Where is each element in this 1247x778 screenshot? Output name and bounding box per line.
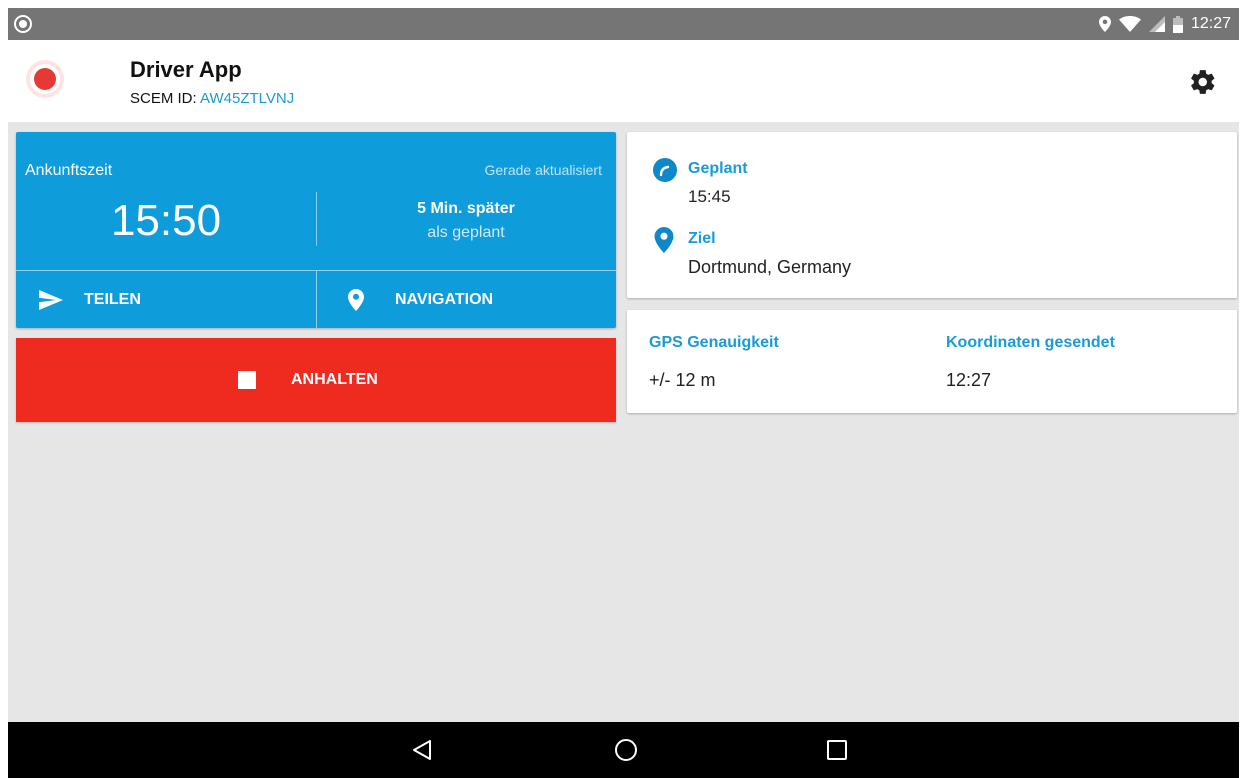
app-bar: Driver App SCEM ID: AW45ZTLVNJ [8,40,1239,122]
arrival-time-value: 15:50 [110,196,222,245]
location-pin-icon [654,227,674,253]
gear-icon[interactable] [1189,68,1217,96]
app-id-line: SCEM ID: AW45ZTLVNJ [130,90,294,107]
navigation-label: NAVIGATION [395,290,494,308]
back-icon[interactable] [410,738,434,762]
delay-subtext: als geplant [427,224,505,241]
send-icon [38,287,64,313]
id-label: SCEM ID: [130,90,197,107]
stop-icon [238,371,256,389]
wifi-icon [1118,16,1141,32]
content-area: Ankunftszeit Gerade aktualisiert 15:50 5… [8,122,1239,722]
location-icon [1098,16,1111,32]
app-title: Driver App [130,57,242,82]
battery-icon [1172,15,1183,33]
id-value: AW45ZTLVNJ [200,90,295,107]
status-time: 12:27 [1190,15,1231,32]
stop-button[interactable]: ANHALTEN [16,338,616,422]
arrival-time-label: Ankunftszeit [25,162,113,179]
arrival-time-card: Ankunftszeit Gerade aktualisiert 15:50 5… [16,132,616,328]
signal-icon [1148,16,1165,32]
status-icons: 12:27 [1098,8,1231,40]
gps-card: GPS Genauigkeit +/- 12 m Koordinaten ges… [627,310,1237,413]
location-pin-icon [343,287,369,313]
recents-icon[interactable] [827,740,847,760]
delay-text: 5 Min. später [417,200,515,217]
schedule-icon [653,158,677,182]
share-label: TEILEN [84,290,141,308]
trip-info-card: Geplant 15:45 Ziel Dortmund, Germany [627,132,1237,298]
status-bar: 12:27 [8,8,1239,40]
planned-value: 15:45 [688,187,731,206]
destination-value: Dortmund, Germany [688,257,852,277]
destination-label: Ziel [688,230,716,247]
share-button[interactable]: TEILEN [16,271,316,328]
system-nav-bar [8,722,1239,778]
stop-label: ANHALTEN [291,371,378,388]
notification-record-icon [14,15,32,33]
home-icon[interactable] [615,739,637,761]
coordinates-sent-value: 12:27 [946,370,992,390]
updated-status: Gerade aktualisiert [484,162,602,178]
gps-accuracy-label: GPS Genauigkeit [649,334,779,351]
gps-accuracy-value: +/- 12 m [649,370,716,390]
coordinates-sent-label: Koordinaten gesendet [946,334,1115,351]
navigation-button[interactable]: NAVIGATION [317,271,616,328]
planned-label: Geplant [688,160,748,177]
record-icon [26,60,64,98]
